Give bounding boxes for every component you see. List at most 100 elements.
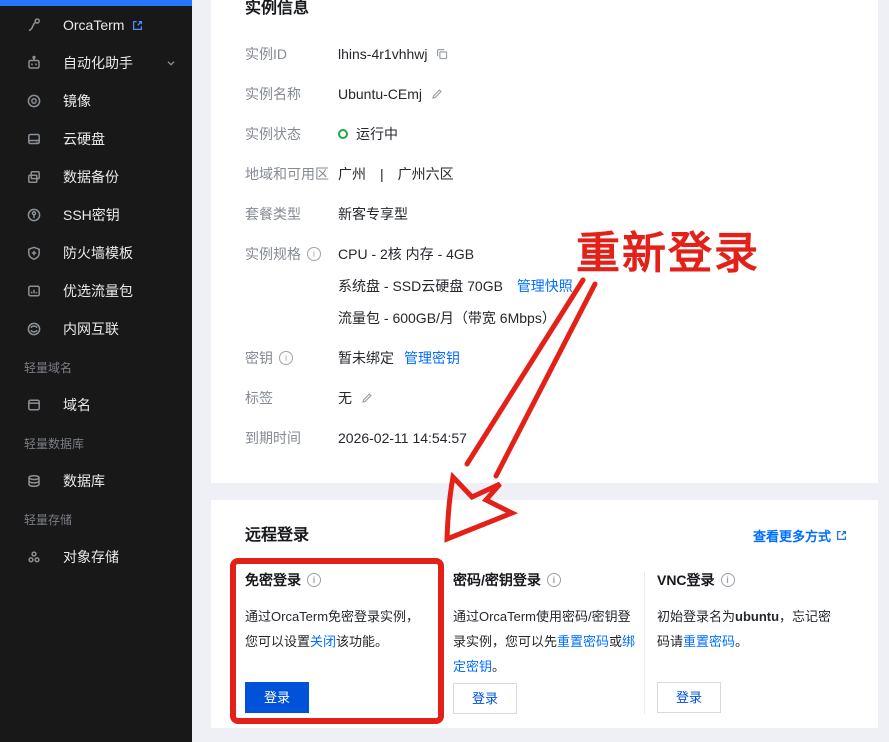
- expire-time-row: 到期时间 2026-02-11 14:54:57: [245, 430, 848, 446]
- sidebar-item-label: 防火墙模板: [63, 243, 133, 263]
- passwordless-login-title: 免密登录: [245, 572, 301, 588]
- orcaterm-icon: [26, 17, 42, 33]
- remote-login-title: 远程登录: [245, 527, 309, 545]
- desc-text: 。: [492, 659, 505, 674]
- info-icon[interactable]: i: [307, 247, 321, 261]
- spec-system-disk: 系统盘 - SSD云硬盘 70GB: [338, 278, 503, 294]
- cloud-disk-icon: [26, 131, 42, 147]
- key-label: 密钥: [245, 350, 273, 366]
- sidebar-item-label: 自动化助手: [63, 53, 133, 73]
- sidebar-item-private-network[interactable]: 内网互联: [0, 310, 192, 348]
- external-link-icon: [131, 19, 144, 32]
- tag-label: 标签: [245, 390, 338, 406]
- sidebar-item-orcaterm[interactable]: OrcaTerm: [0, 6, 192, 44]
- status-running-icon: [338, 129, 348, 139]
- edit-pencil-icon[interactable]: [360, 391, 374, 405]
- password-key-login-desc: 通过OrcaTerm使用密码/密钥登录实例，您可以先重置密码或绑定密钥。: [453, 604, 639, 679]
- object-storage-icon: [26, 549, 42, 565]
- reset-password-link[interactable]: 重置密码: [683, 634, 735, 649]
- info-icon[interactable]: i: [721, 573, 735, 587]
- instance-info-title: 实例信息: [245, 0, 848, 18]
- instance-status-label: 实例状态: [245, 126, 338, 142]
- plan-type-value: 新客专享型: [338, 206, 408, 222]
- main-content: 实例信息 实例ID lhins-4r1vhhwj 实例名称 Ubuntu-CEm…: [192, 0, 889, 742]
- sidebar-item-ssh-key[interactable]: SSH密钥: [0, 196, 192, 234]
- vnc-login-card: VNC登录 i 初始登录名为ubuntu，忘记密码请重置密码。 登录: [644, 572, 848, 714]
- info-icon[interactable]: i: [547, 573, 561, 587]
- sidebar-item-label: 内网互联: [63, 319, 119, 339]
- sidebar-item-cloud-disk[interactable]: 云硬盘: [0, 120, 192, 158]
- info-icon[interactable]: i: [279, 351, 293, 365]
- instance-name-label: 实例名称: [245, 86, 338, 102]
- sidebar-item-database[interactable]: 数据库: [0, 462, 192, 500]
- sidebar-item-label: 镜像: [63, 91, 91, 111]
- sidebar: OrcaTerm 自动化助手 镜像 云硬盘 数据备份: [0, 0, 192, 742]
- mirror-icon: [26, 93, 42, 109]
- sidebar-item-label: 对象存储: [63, 547, 119, 567]
- instance-id-value: lhins-4r1vhhwj: [338, 46, 427, 62]
- expire-time-value: 2026-02-11 14:54:57: [338, 430, 467, 446]
- sidebar-section-label: 轻量域名: [24, 359, 72, 376]
- ssh-key-icon: [26, 207, 42, 223]
- instance-spec-label: 实例规格: [245, 246, 301, 262]
- region-row: 地域和可用区 广州 | 广州六区: [245, 166, 848, 182]
- instance-status-row: 实例状态 运行中: [245, 126, 848, 142]
- sidebar-item-object-storage[interactable]: 对象存储: [0, 538, 192, 576]
- manage-snapshot-link[interactable]: 管理快照: [517, 278, 573, 294]
- region-separator: |: [380, 166, 384, 182]
- plan-type-row: 套餐类型 新客专享型: [245, 206, 848, 222]
- region-value: 广州: [338, 166, 366, 182]
- sidebar-section-label: 轻量数据库: [24, 435, 84, 452]
- tag-row: 标签 无: [245, 390, 848, 406]
- edit-pencil-icon[interactable]: [430, 87, 444, 101]
- sidebar-item-automation-assistant[interactable]: 自动化助手: [0, 44, 192, 82]
- vnc-login-desc: 初始登录名为ubuntu，忘记密码请重置密码。: [657, 604, 843, 678]
- passwordless-login-desc: 通过OrcaTerm免密登录实例，您可以设置关闭该功能。: [245, 604, 431, 678]
- sidebar-section-lighthouse-database: 轻量数据库: [0, 424, 192, 462]
- sidebar-item-label: 数据库: [63, 471, 105, 491]
- copy-icon[interactable]: [435, 47, 449, 61]
- key-row: 密钥 i 暂未绑定 管理密钥: [245, 350, 848, 366]
- sidebar-item-label: 域名: [63, 395, 91, 415]
- assistant-icon: [26, 55, 42, 71]
- chevron-down-icon: [164, 56, 178, 70]
- view-more-methods-link[interactable]: 查看更多方式: [753, 526, 848, 545]
- disable-feature-link[interactable]: 关闭: [310, 634, 336, 649]
- info-icon[interactable]: i: [307, 573, 321, 587]
- data-backup-icon: [26, 169, 42, 185]
- sidebar-item-images[interactable]: 镜像: [0, 82, 192, 120]
- region-label: 地域和可用区: [245, 166, 338, 182]
- view-more-methods-label: 查看更多方式: [753, 526, 831, 545]
- spec-traffic-package: 流量包 - 600GB/月（带宽 6Mbps）: [338, 310, 573, 326]
- password-key-login-title: 密码/密钥登录: [453, 572, 541, 588]
- sidebar-section-lighthouse-storage: 轻量存储: [0, 500, 192, 538]
- passwordless-login-button[interactable]: 登录: [245, 682, 309, 713]
- sidebar-item-firewall-template[interactable]: 防火墙模板: [0, 234, 192, 272]
- default-username: ubuntu: [735, 609, 779, 624]
- sidebar-item-label: SSH密钥: [63, 205, 120, 225]
- sidebar-item-traffic-package[interactable]: 优选流量包: [0, 272, 192, 310]
- spec-cpu-memory: CPU - 2核 内存 - 4GB: [338, 246, 573, 262]
- sidebar-section-label: 轻量存储: [24, 511, 72, 528]
- tag-value: 无: [338, 390, 352, 406]
- desc-text: 。: [735, 634, 748, 649]
- password-key-login-button[interactable]: 登录: [453, 683, 517, 714]
- desc-text: 该功能。: [336, 634, 388, 649]
- firewall-shield-icon: [26, 245, 42, 261]
- expire-time-label: 到期时间: [245, 430, 338, 446]
- password-key-login-card: 密码/密钥登录 i 通过OrcaTerm使用密码/密钥登录实例，您可以先重置密码…: [440, 572, 644, 714]
- domain-icon: [26, 397, 42, 413]
- vnc-login-button[interactable]: 登录: [657, 682, 721, 713]
- key-value: 暂未绑定: [338, 350, 394, 366]
- instance-name-row: 实例名称 Ubuntu-CEmj: [245, 86, 848, 102]
- reset-password-link[interactable]: 重置密码: [557, 634, 609, 649]
- instance-id-label: 实例ID: [245, 46, 338, 62]
- sidebar-item-label: 优选流量包: [63, 281, 133, 301]
- instance-spec-row: 实例规格 i CPU - 2核 内存 - 4GB 系统盘 - SSD云硬盘 70…: [245, 246, 848, 326]
- sidebar-item-data-backup[interactable]: 数据备份: [0, 158, 192, 196]
- private-network-icon: [26, 321, 42, 337]
- sidebar-item-domain[interactable]: 域名: [0, 386, 192, 424]
- manage-key-link[interactable]: 管理密钥: [404, 350, 460, 366]
- database-icon: [26, 473, 42, 489]
- external-link-icon: [835, 529, 848, 542]
